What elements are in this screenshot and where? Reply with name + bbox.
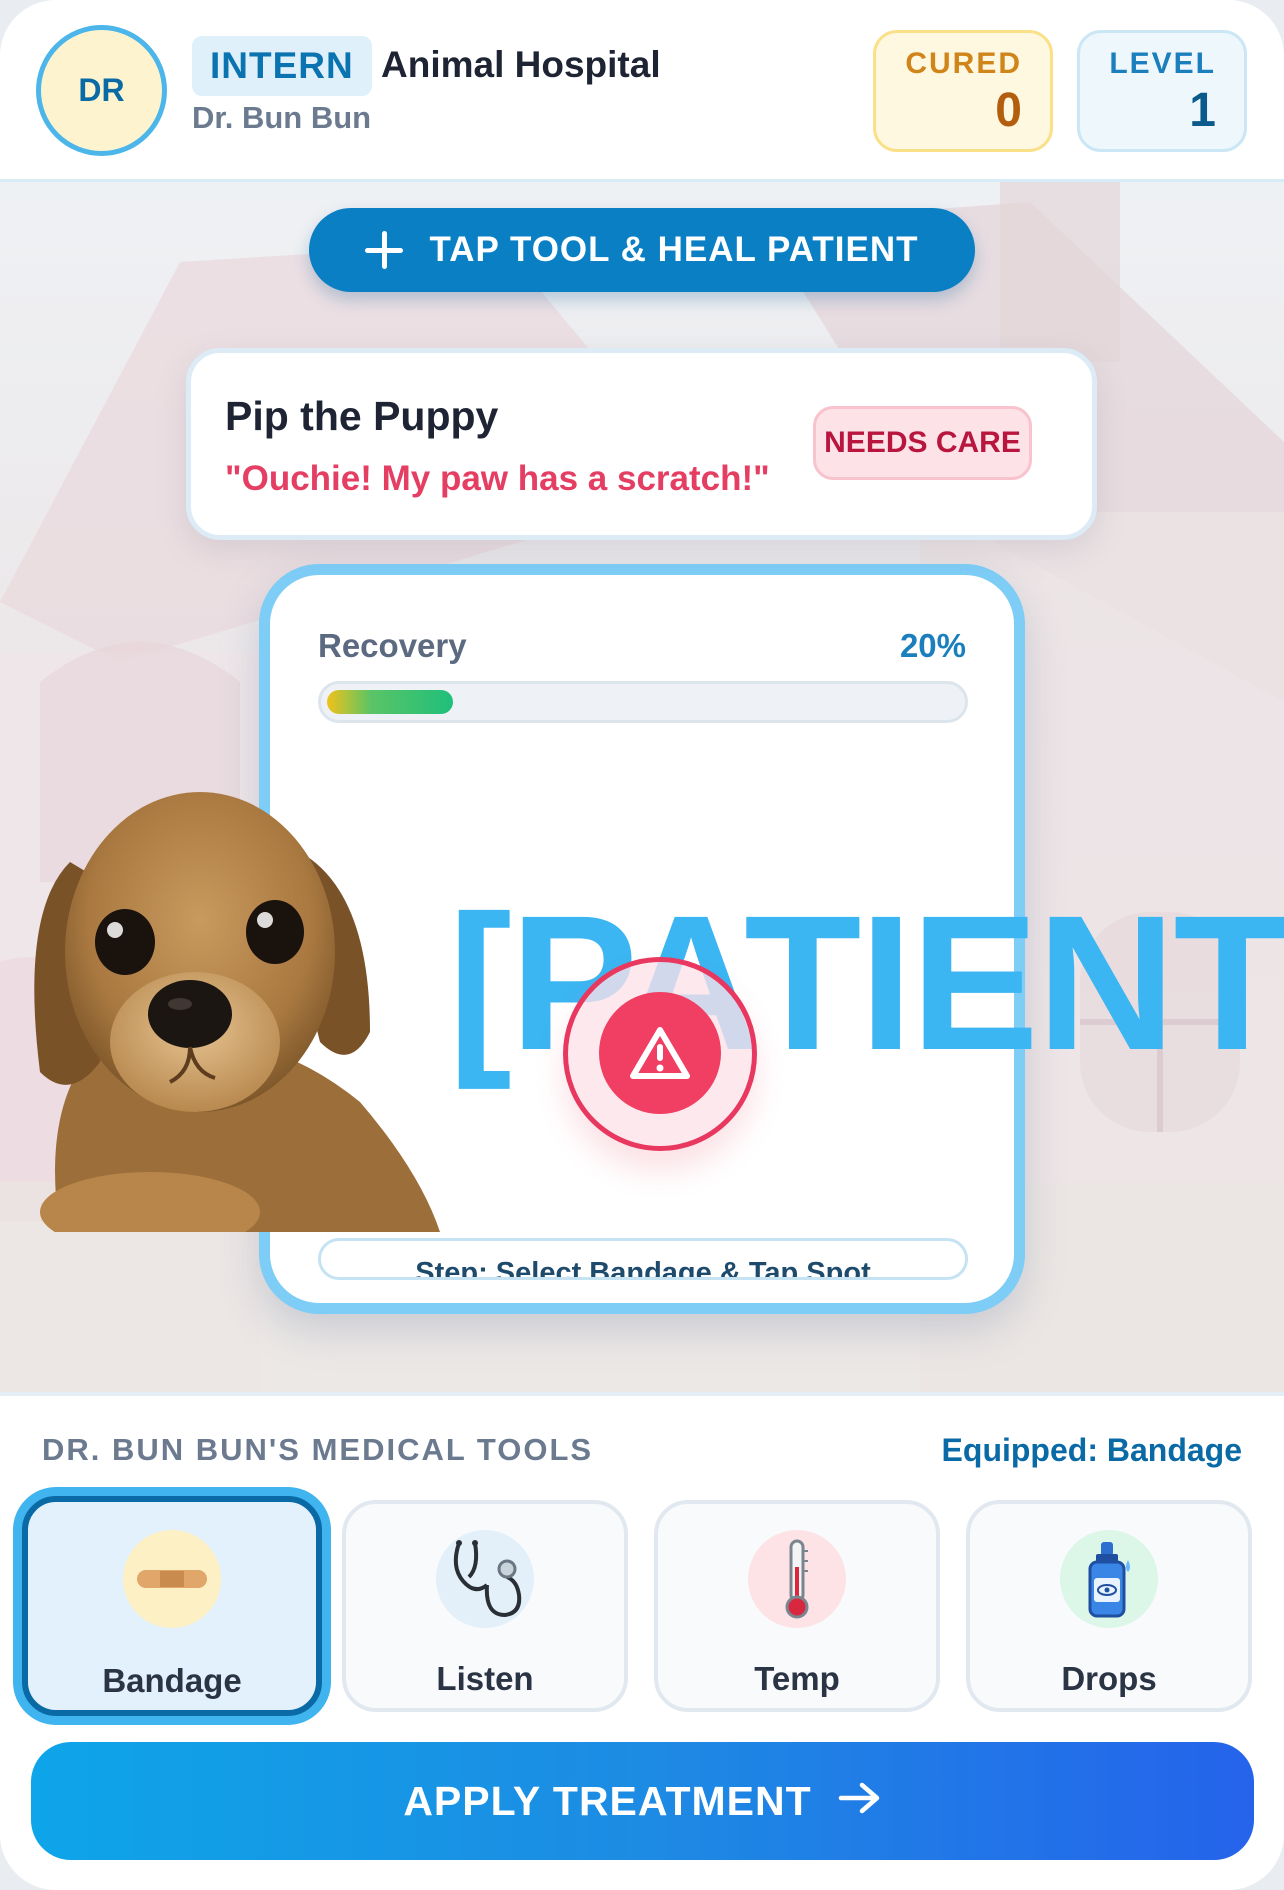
apply-treatment-button[interactable]: APPLY TREATMENT [31, 1742, 1254, 1860]
status-badge: NEEDS CARE [813, 406, 1032, 480]
level-value: 1 [1189, 84, 1216, 137]
thermometer-icon [748, 1530, 846, 1628]
patient-info-card: Pip the Puppy "Ouchie! My paw has a scra… [186, 348, 1097, 540]
doctor-name: Dr. Bun Bun [192, 100, 372, 135]
level-label: LEVEL [1109, 47, 1216, 80]
plus-icon [365, 231, 404, 269]
tools-tray: DR. BUN BUN'S MEDICAL TOOLS Equipped: Ba… [0, 1392, 1284, 1890]
patient-quote: "Ouchie! My paw has a scratch!" [225, 459, 770, 498]
tools-title: DR. BUN BUN'S MEDICAL TOOLS [42, 1432, 594, 1467]
recovery-percent: 20% [899, 627, 966, 664]
top-bar: DR INTERN Animal Hospital Dr. Bun Bun CU… [0, 0, 1284, 182]
recovery-progress-bar [318, 681, 968, 723]
tool-label-listen: Listen [436, 1660, 534, 1697]
instruction-text: TAP TOOL & HEAL PATIENT [429, 230, 919, 269]
patient-name: Pip the Puppy [225, 393, 499, 439]
recovery-progress-fill [327, 690, 453, 714]
equipped-tool: Equipped: Bandage [941, 1432, 1242, 1468]
tool-listen[interactable]: Listen [342, 1500, 628, 1712]
cured-value: 0 [995, 84, 1022, 137]
instruction-banner: TAP TOOL & HEAL PATIENT [309, 208, 975, 292]
step-text: Step: Select Bandage & Tap Spot [415, 1257, 871, 1280]
eye-drops-icon [1060, 1530, 1158, 1628]
tool-temp[interactable]: Temp [654, 1500, 940, 1712]
recovery-label: Recovery [318, 627, 467, 664]
apply-treatment-label: APPLY TREATMENT [403, 1777, 812, 1824]
step-hint: Step: Select Bandage & Tap Spot [318, 1238, 968, 1280]
tool-label-temp: Temp [754, 1660, 840, 1697]
arrow-right-icon [838, 1778, 882, 1825]
cured-counter: CURED 0 [873, 30, 1053, 152]
game-screen: DR INTERN Animal Hospital Dr. Bun Bun CU… [0, 0, 1284, 1890]
tool-drops[interactable]: Drops [966, 1500, 1252, 1712]
rank-badge: INTERN [192, 36, 372, 96]
puppy-image[interactable] [0, 742, 440, 1232]
hospital-name: Animal Hospital [381, 44, 661, 85]
tool-label-bandage: Bandage [102, 1662, 242, 1699]
avatar[interactable]: DR [36, 25, 167, 156]
cured-label: CURED [905, 47, 1022, 80]
stethoscope-icon [436, 1530, 534, 1628]
tool-label-drops: Drops [1061, 1660, 1157, 1697]
level-counter: LEVEL 1 [1077, 30, 1247, 152]
tool-bandage[interactable]: Bandage [22, 1496, 322, 1716]
warning-icon [599, 992, 721, 1114]
bandage-icon [123, 1530, 221, 1628]
hospital-scene: TAP TOOL & HEAL PATIENT Pip the Puppy "O… [0, 182, 1284, 1392]
injury-spot[interactable] [563, 957, 757, 1151]
